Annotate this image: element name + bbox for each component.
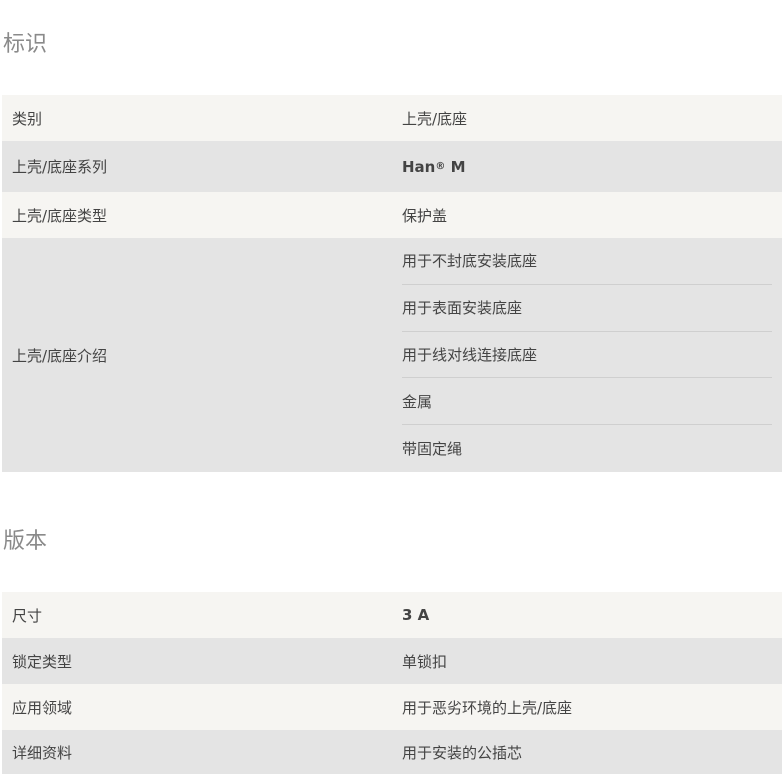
row-value-category: 上壳/底座 xyxy=(402,109,468,128)
row-label-type: 上壳/底座类型 xyxy=(12,206,108,225)
row-label-application: 应用领域 xyxy=(12,698,73,717)
version-table: 尺寸 3 A 锁定类型 单锁扣 应用领域 用于恶劣环境的上壳/底座 详细资料 用… xyxy=(2,592,782,774)
row-value-lock-type: 单锁扣 xyxy=(402,652,448,671)
table-row: 锁定类型 单锁扣 xyxy=(2,638,782,684)
row-label-lock-type: 锁定类型 xyxy=(12,652,73,671)
row-value-size: 3 A xyxy=(402,606,430,624)
table-row: 上壳/底座介绍 用于不封底安装底座 用于表面安装底座 用于线对线连接底座 金属 … xyxy=(2,238,782,472)
row-label-category: 类别 xyxy=(12,109,43,128)
row-label-series: 上壳/底座系列 xyxy=(12,158,108,176)
table-row: 上壳/底座类型 保护盖 xyxy=(2,192,782,238)
list-item: 带固定绳 xyxy=(402,440,463,459)
row-value-series: Han ® M xyxy=(392,141,782,192)
list-item: 用于表面安装底座 xyxy=(402,285,772,332)
list-item: 用于不封底安装底座 xyxy=(402,238,772,285)
series-name: Han xyxy=(402,157,436,176)
identification-table: 类别 上壳/底座 上壳/底座系列 Han ® M 上壳/底座类型 保护盖 上壳/底… xyxy=(2,95,782,472)
table-row: 上壳/底座系列 Han ® M xyxy=(2,141,782,192)
row-label-description: 上壳/底座介绍 xyxy=(12,346,108,365)
table-row: 详细资料 用于安装的公插芯 xyxy=(2,730,782,774)
series-suffix: M xyxy=(445,157,466,176)
list-item: 用于线对线连接底座 xyxy=(402,332,772,379)
registered-mark: ® xyxy=(435,161,446,172)
row-values-description: 用于不封底安装底座 用于表面安装底座 用于线对线连接底座 金属 带固定绳 xyxy=(392,238,782,472)
list-item: 金属 xyxy=(402,378,772,426)
table-row: 尺寸 3 A xyxy=(2,592,782,638)
table-row: 应用领域 用于恶劣环境的上壳/底座 xyxy=(2,684,782,730)
table-row: 类别 上壳/底座 xyxy=(2,95,782,141)
section-title-identification: 标识 xyxy=(3,32,48,57)
row-value-details: 用于安装的公插芯 xyxy=(402,743,523,762)
row-label-size: 尺寸 xyxy=(12,606,43,625)
row-label-details: 详细资料 xyxy=(12,743,73,762)
row-value-application: 用于恶劣环境的上壳/底座 xyxy=(402,698,573,717)
section-title-version: 版本 xyxy=(3,529,48,554)
row-value-type: 保护盖 xyxy=(402,206,448,225)
